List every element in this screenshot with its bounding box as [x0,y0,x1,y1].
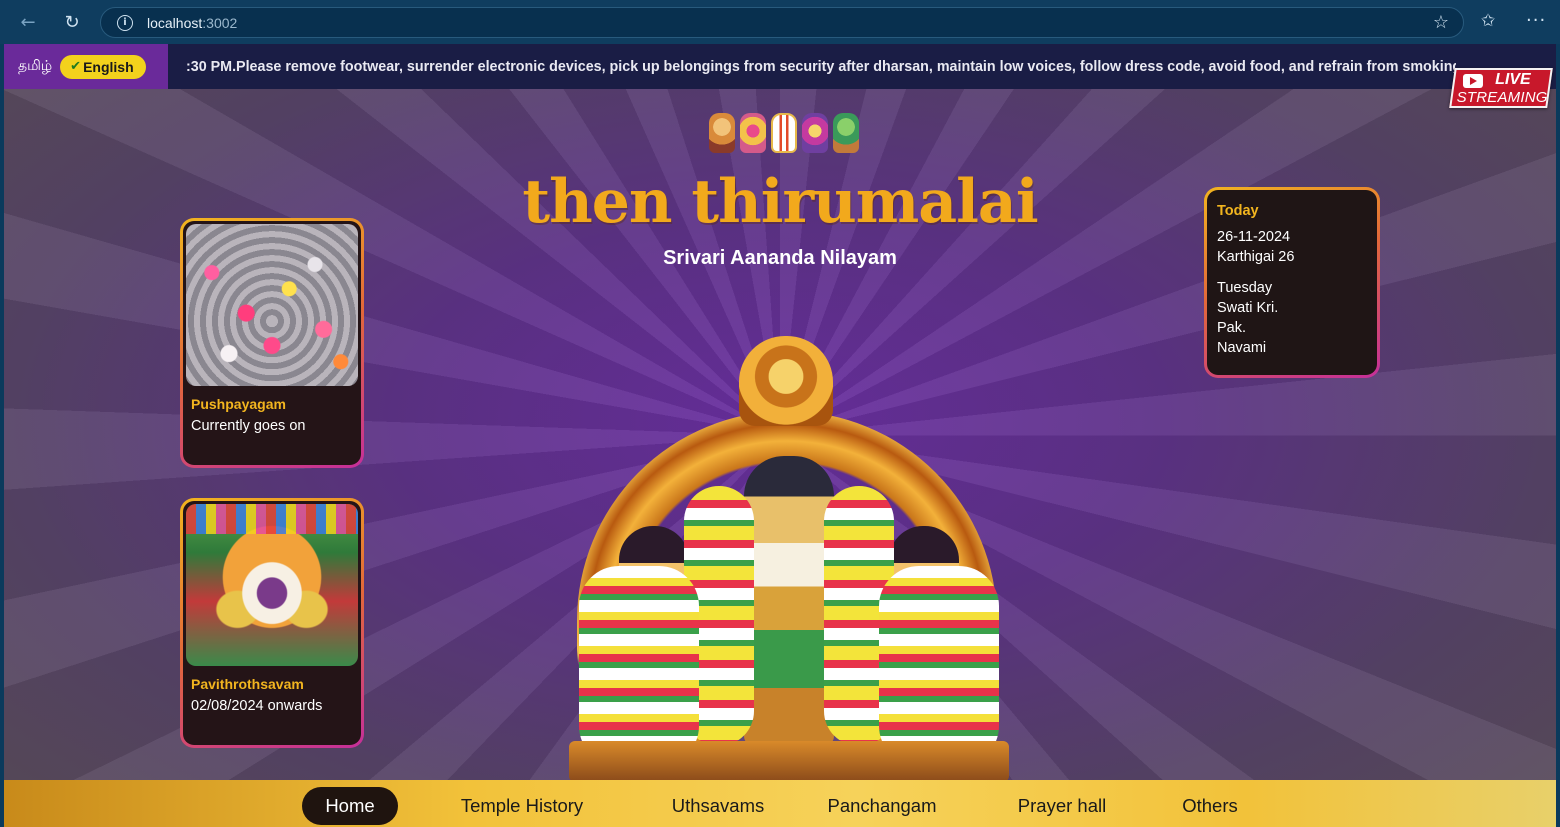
namam-emblem-icon [771,113,797,153]
garuda-emblem-icon [833,113,859,153]
today-panchangam-card: Today 26-11-2024 Karthigai 26 Tuesday Sw… [1204,187,1380,378]
language-switcher: தமிழ் ✔ English [4,44,168,89]
info-icon[interactable]: i [117,14,133,31]
today-nakshatra: Swati Kri. [1217,300,1279,316]
shankha-emblem-icon [802,113,828,153]
today-weekday: Tuesday [1217,280,1273,296]
chakra-emblem-icon [740,113,766,153]
favorites-icon[interactable]: ✩ [1481,11,1495,31]
deity-pedestal [569,741,1009,782]
event-status: Currently goes on [191,418,306,434]
garland [879,566,999,766]
today-paksha: Pak. [1217,320,1247,336]
today-date: 26-11-2024 [1217,229,1291,245]
event-card-body: Pushpayagam Currently goes on [183,221,361,465]
announcement-strip: தமிழ் ✔ English :30 PM.Please remove foo… [4,44,1556,89]
url-host: localhost [147,14,203,31]
lang-english-label: English [83,58,134,75]
event-name: Pushpayagam [191,396,286,412]
page-viewport: தமிழ் ✔ English :30 PM.Please remove foo… [4,44,1556,827]
deity-image [549,336,1029,782]
today-label: Today [1217,203,1259,219]
event-status: 02/08/2024 onwards [191,698,323,714]
event-photo [186,224,358,386]
temple-emblems [709,110,859,156]
reload-icon[interactable]: ↻ [60,10,84,34]
favorite-star-icon[interactable]: ☆ [1433,12,1449,33]
deity-center-figure [744,456,834,746]
live-streaming-button[interactable]: LIVE STREAMING [1449,68,1553,108]
event-name: Pavithrothsavam [191,676,304,692]
check-icon: ✔ [70,59,82,74]
bottom-navigation: Home Temple History Uthsavams Panchangam… [4,780,1556,827]
event-card-pushpayagam[interactable]: Pushpayagam Currently goes on [180,218,364,468]
back-arrow-icon[interactable]: ← [16,10,40,34]
today-card-body: Today 26-11-2024 Karthigai 26 Tuesday Sw… [1207,190,1377,375]
hanuman-emblem-icon [709,113,735,153]
lang-tamil-option[interactable]: தமிழ் [18,58,52,76]
nav-prayer-hall[interactable]: Prayer hall [1004,787,1120,825]
bunting-decoration [186,504,358,534]
nav-others[interactable]: Others [1170,787,1250,825]
today-tithi: Navami [1217,340,1267,356]
event-card-pavithrothsavam[interactable]: Pavithrothsavam 02/08/2024 onwards [180,498,364,748]
arch-crown [739,336,833,426]
nav-home[interactable]: Home [302,787,398,825]
url-port: :3002 [202,14,238,31]
ticker-text: :30 PM.Please remove footwear, surrender… [186,58,1456,75]
event-card-body: Pavithrothsavam 02/08/2024 onwards [183,501,361,745]
announcement-ticker: :30 PM.Please remove footwear, surrender… [186,44,1456,89]
play-icon [1462,74,1483,88]
address-bar[interactable]: i localhost:3002 ☆ [100,7,1464,38]
more-menu-icon[interactable]: ··· [1526,10,1546,31]
garland [579,566,699,766]
streaming-label: STREAMING [1456,89,1548,106]
live-label: LIVE [1495,71,1531,88]
browser-toolbar: ← ↻ i localhost:3002 ☆ ✩ ··· [0,0,1560,44]
nav-uthsavams[interactable]: Uthsavams [656,787,780,825]
lang-english-option[interactable]: ✔ English [60,54,146,79]
nav-panchangam[interactable]: Panchangam [812,787,952,825]
today-tamil-date: Karthigai 26 [1217,249,1295,265]
nav-temple-history[interactable]: Temple History [442,787,602,825]
event-photo [186,504,358,666]
